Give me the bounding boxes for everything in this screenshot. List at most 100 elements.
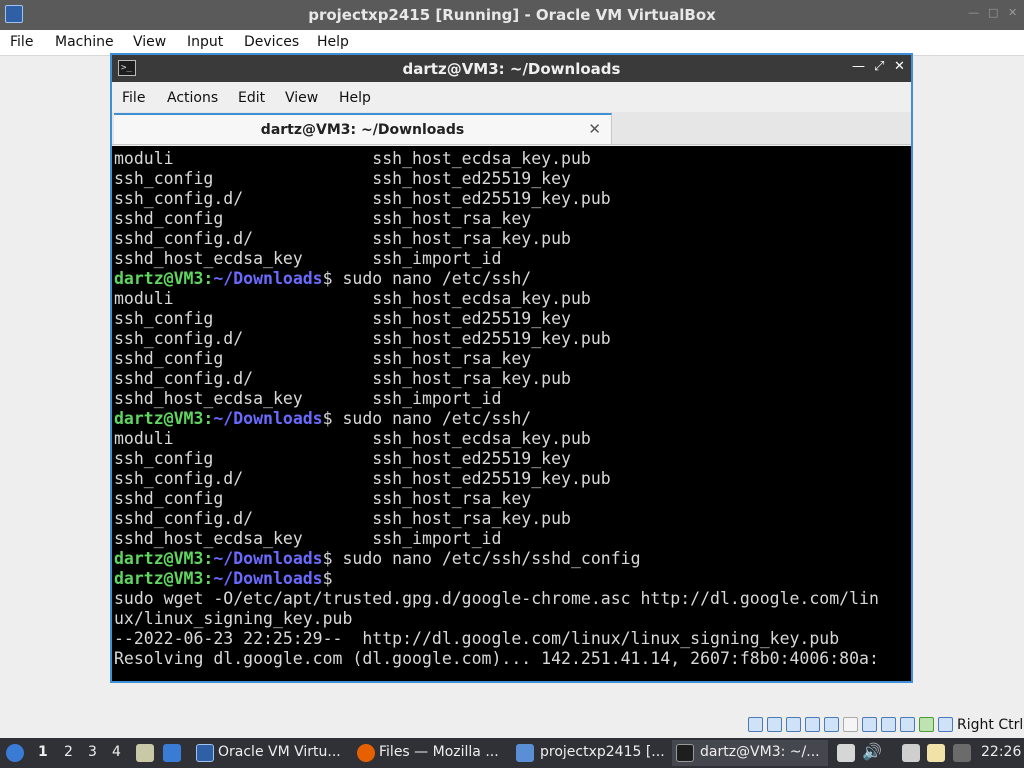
- workspace-2[interactable]: 2: [64, 744, 73, 760]
- terminal-prompt-line: dartz@VM3:~/Downloads$ sudo nano /etc/ss…: [114, 269, 532, 288]
- prompt-user: dartz@VM3: [114, 569, 204, 588]
- task-label: Files — Mozilla ...: [379, 744, 499, 760]
- tab-close-icon[interactable]: ✕: [588, 120, 601, 138]
- prompt-command: sudo nano /etc/ssh/sshd_config: [332, 549, 641, 568]
- video-capture-icon[interactable]: [881, 717, 896, 732]
- terminal-menu-edit[interactable]: Edit: [238, 90, 265, 106]
- close-icon[interactable]: ✕: [894, 59, 905, 74]
- terminal-output-line: moduli ssh_host_ecdsa_key.pub: [114, 429, 591, 448]
- task-label: projectxp2415 [...: [540, 744, 665, 760]
- terminal-output-line: moduli ssh_host_ecdsa_key.pub: [114, 149, 591, 168]
- terminal-output-line: Resolving dl.google.com (dl.google.com).…: [114, 649, 879, 668]
- terminal-menubar: File Actions Edit View Help: [112, 82, 911, 112]
- terminal-output-line: sshd_config ssh_host_rsa_key: [114, 489, 532, 508]
- terminal-menu-view[interactable]: View: [285, 90, 318, 106]
- terminal-output-line: sshd_config ssh_host_rsa_key: [114, 349, 532, 368]
- prompt-command: sudo nano /etc/ssh/: [332, 409, 532, 428]
- prompt-user: dartz@VM3: [114, 269, 204, 288]
- terminal-menu-actions[interactable]: Actions: [167, 90, 218, 106]
- file-manager-icon[interactable]: [136, 744, 154, 762]
- usb-icon[interactable]: [824, 717, 839, 732]
- terminal-output-line: ssh_config.d/ ssh_host_ed25519_key.pub: [114, 329, 611, 348]
- menu-file[interactable]: File: [10, 34, 33, 50]
- terminal-title: dartz@VM3: ~/Downloads: [402, 60, 621, 78]
- host-titlebar: projectxp2415 [Running] - Oracle VM Virt…: [0, 0, 1024, 30]
- minimize-icon[interactable]: —: [852, 59, 865, 74]
- firefox-icon: [357, 744, 375, 762]
- task-virtualbox[interactable]: Oracle VM Virtu...: [192, 740, 346, 766]
- terminal-lines: moduli ssh_host_ecdsa_key.pub ssh_config …: [114, 149, 879, 669]
- volume-icon[interactable]: 🔊: [862, 742, 882, 761]
- terminal-output[interactable]: moduli ssh_host_ecdsa_key.pub ssh_config …: [112, 146, 911, 681]
- terminal-output-line: sshd_host_ecdsa_key ssh_import_id: [114, 529, 502, 548]
- network-tray-icon[interactable]: [902, 744, 920, 762]
- prompt-path: ~/Downloads: [213, 269, 323, 288]
- maximize-icon[interactable]: □: [988, 6, 998, 19]
- terminal-output-line: sshd_config ssh_host_rsa_key: [114, 209, 532, 228]
- workspace-1[interactable]: 1: [38, 744, 48, 760]
- terminal-menu-file[interactable]: File: [122, 90, 145, 106]
- menu-machine[interactable]: Machine: [55, 34, 114, 50]
- terminal-output-line: ux/linux_signing_key.pub: [114, 609, 353, 628]
- task-firefox[interactable]: Files — Mozilla ...: [353, 740, 507, 766]
- task-terminal[interactable]: dartz@VM3: ~/...: [672, 740, 828, 766]
- prompt-path: ~/Downloads: [213, 569, 323, 588]
- menu-input[interactable]: Input: [187, 34, 223, 50]
- workspace-4[interactable]: 4: [112, 744, 121, 760]
- terminal-output-line: ssh_config ssh_host_ed25519_key: [114, 449, 571, 468]
- terminal-output-line: sshd_host_ecdsa_key ssh_import_id: [114, 389, 502, 408]
- workspace-3[interactable]: 3: [88, 744, 97, 760]
- hard-disk-icon[interactable]: [748, 717, 763, 732]
- clipboard-icon[interactable]: [927, 744, 945, 762]
- prompt-path: ~/Downloads: [213, 549, 323, 568]
- terminal-output-line: sudo wget -O/etc/apt/trusted.gpg.d/googl…: [114, 589, 879, 608]
- terminal-tabbar: dartz@VM3: ~/Downloads ✕: [112, 112, 911, 145]
- network-icon[interactable]: [805, 717, 820, 732]
- prompt-user: dartz@VM3: [114, 409, 204, 428]
- terminal-output-line: ssh_config.d/ ssh_host_ed25519_key.pub: [114, 189, 611, 208]
- guest-taskbar: 1 2 3 4 Oracle VM Virtu... Files — Mozil…: [0, 738, 1024, 768]
- task-label: dartz@VM3: ~/...: [700, 744, 820, 760]
- notes-icon[interactable]: [837, 744, 855, 762]
- clock: 22:26: [981, 744, 1022, 760]
- vm-icon: [516, 744, 534, 762]
- terminal-titlebar[interactable]: >_ dartz@VM3: ~/Downloads — ⤢ ✕: [112, 55, 911, 82]
- keyboard-capture-icon[interactable]: [938, 717, 953, 732]
- host-window-title: projectxp2415 [Running] - Oracle VM Virt…: [308, 6, 716, 24]
- menu-help[interactable]: Help: [317, 34, 349, 50]
- terminal-menu-help[interactable]: Help: [339, 90, 371, 106]
- shared-folders-icon[interactable]: [843, 717, 858, 732]
- desktop-icon[interactable]: [163, 744, 181, 762]
- prompt-path: ~/Downloads: [213, 409, 323, 428]
- terminal-tab[interactable]: dartz@VM3: ~/Downloads ✕: [114, 113, 612, 144]
- optical-drive-icon[interactable]: [767, 717, 782, 732]
- terminal-prompt-line: dartz@VM3:~/Downloads$ sudo nano /etc/ss…: [114, 409, 532, 428]
- minimize-icon[interactable]: —: [968, 6, 979, 19]
- task-label: Oracle VM Virtu...: [218, 744, 341, 760]
- close-icon[interactable]: ✕: [1008, 6, 1017, 19]
- terminal-prompt-line: dartz@VM3:~/Downloads$ sudo nano /etc/ss…: [114, 549, 641, 568]
- audio-icon[interactable]: [786, 717, 801, 732]
- virtualization-icon[interactable]: [900, 717, 915, 732]
- host-key-label: Right Ctrl: [957, 717, 1024, 733]
- task-projectxp[interactable]: projectxp2415 [...: [514, 740, 668, 766]
- terminal-output-line: ssh_config ssh_host_ed25519_key: [114, 169, 571, 188]
- terminal-output-line: moduli ssh_host_ecdsa_key.pub: [114, 289, 591, 308]
- terminal-prompt-line: dartz@VM3:~/Downloads$: [114, 569, 333, 588]
- updates-icon[interactable]: [953, 744, 971, 762]
- terminal-output-line: sshd_config.d/ ssh_host_rsa_key.pub: [114, 509, 571, 528]
- terminal-window: >_ dartz@VM3: ~/Downloads — ⤢ ✕ File Act…: [110, 53, 913, 683]
- maximize-icon[interactable]: ⤢: [874, 59, 884, 74]
- terminal-output-line: sshd_config.d/ ssh_host_rsa_key.pub: [114, 229, 571, 248]
- menu-devices[interactable]: Devices: [244, 34, 299, 50]
- terminal-output-line: ssh_config ssh_host_ed25519_key: [114, 309, 571, 328]
- menu-view[interactable]: View: [133, 34, 166, 50]
- terminal-output-line: --2022-06-23 22:25:29-- http://dl.google…: [114, 629, 840, 648]
- terminal-output-line: ssh_config.d/ ssh_host_ed25519_key.pub: [114, 469, 611, 488]
- mouse-integration-icon[interactable]: [919, 717, 934, 732]
- prompt-command: sudo nano /etc/ssh/: [332, 269, 532, 288]
- display-icon[interactable]: [862, 717, 877, 732]
- terminal-tab-label: dartz@VM3: ~/Downloads: [260, 122, 465, 138]
- start-menu-icon[interactable]: [6, 744, 24, 762]
- virtualbox-icon: [196, 744, 214, 762]
